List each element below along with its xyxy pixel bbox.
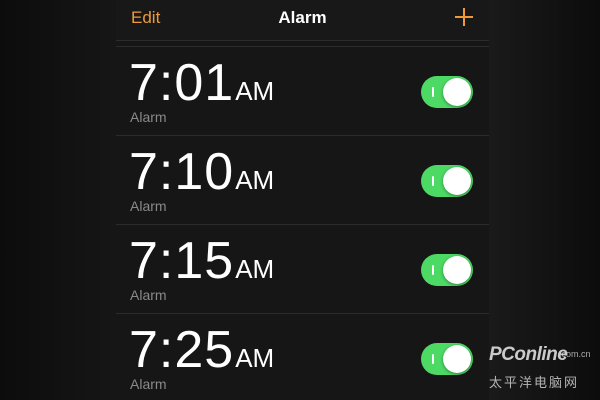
- toggle-on-icon: [432, 354, 434, 364]
- alarm-toggle[interactable]: [421, 165, 473, 197]
- toggle-knob: [443, 167, 471, 195]
- alarm-time-ampm: AM: [235, 76, 275, 106]
- watermark-domain: .com.cn: [559, 349, 591, 359]
- alarm-row[interactable]: 7:01AM Alarm: [116, 46, 489, 135]
- alarm-time: 7:10AM: [129, 142, 274, 202]
- toggle-knob: [443, 256, 471, 284]
- watermark: PConline .com.cn 太平洋电脑网: [487, 340, 597, 395]
- alarm-row[interactable]: 7:15AM Alarm: [116, 224, 489, 313]
- toggle-on-icon: [432, 265, 434, 275]
- alarm-time-ampm: AM: [235, 254, 275, 284]
- background-left: [0, 0, 116, 400]
- alarm-time: 7:15AM: [129, 231, 274, 291]
- alarm-time: 7:01AM: [129, 53, 274, 113]
- alarm-list: 7:01AM Alarm 7:10AM Alarm 7:15AM Alarm 7…: [116, 46, 489, 400]
- alarm-row[interactable]: 7:25AM Alarm: [116, 313, 489, 400]
- alarm-time-digits: 7:01: [129, 54, 235, 112]
- page-title: Alarm: [278, 8, 327, 27]
- watermark-brand: PConline: [489, 344, 568, 365]
- toggle-knob: [443, 345, 471, 373]
- alarm-time-ampm: AM: [235, 165, 275, 195]
- alarm-label: Alarm: [130, 287, 167, 303]
- navigation-bar: Edit Alarm: [116, 0, 489, 41]
- toggle-knob: [443, 78, 471, 106]
- toggle-on-icon: [432, 87, 434, 97]
- toggle-on-icon: [432, 176, 434, 186]
- alarm-row[interactable]: 7:10AM Alarm: [116, 135, 489, 224]
- alarm-label: Alarm: [130, 198, 167, 214]
- alarm-label: Alarm: [130, 376, 167, 392]
- alarm-time: 7:25AM: [129, 320, 274, 380]
- alarm-time-digits: 7:10: [129, 143, 235, 201]
- alarm-time-ampm: AM: [235, 343, 275, 373]
- alarm-toggle[interactable]: [421, 343, 473, 375]
- plus-icon[interactable]: [455, 8, 473, 26]
- alarm-label: Alarm: [130, 109, 167, 125]
- alarm-time-digits: 7:25: [129, 321, 235, 379]
- watermark-chinese: 太平洋电脑网: [489, 375, 580, 390]
- alarm-toggle[interactable]: [421, 76, 473, 108]
- alarm-screen: Edit Alarm 7:01AM Alarm 7:10AM Alarm 7:1…: [116, 0, 489, 400]
- alarm-toggle[interactable]: [421, 254, 473, 286]
- alarm-time-digits: 7:15: [129, 232, 235, 290]
